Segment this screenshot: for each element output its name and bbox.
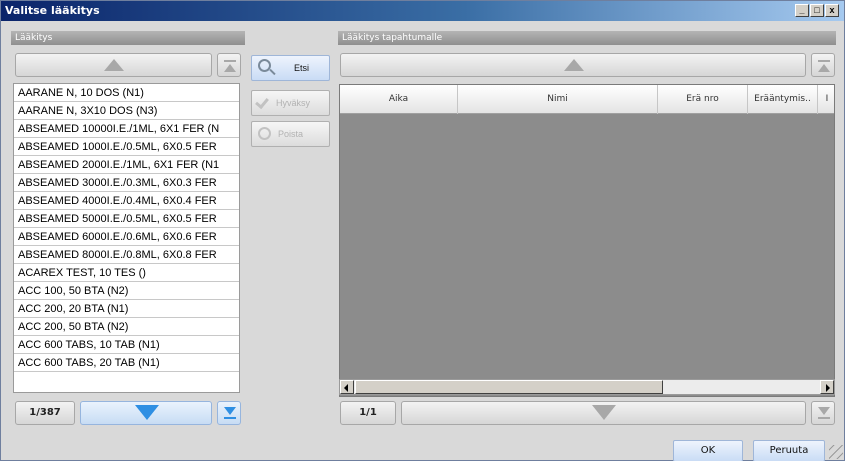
maximize-button[interactable]: □ [810,4,824,17]
title-bar[interactable]: Valitse lääkitys _ □ x [1,1,844,21]
grid-scroll-top-button[interactable] [811,53,835,77]
list-item[interactable]: ABSEAMED 10000I.E./1ML, 6X1 FER (N [14,120,239,138]
grid-header: Aika Nimi Erä nro Erääntymis.. I [340,85,834,114]
column-header-expiry[interactable]: Erääntymis.. [748,85,818,114]
scrollbar-thumb[interactable] [355,380,663,394]
minimize-button[interactable]: _ [795,4,809,17]
remove-button-label: Poista [278,129,304,139]
cancel-button[interactable]: Peruuta [753,440,825,461]
arrow-right-icon [826,384,830,392]
column-header-name[interactable]: Nimi [458,85,658,114]
resize-grip-icon[interactable] [829,445,843,459]
list-item[interactable]: ABSEAMED 8000I.E./0.8ML, 6X0.8 FER [14,246,239,264]
medication-panel-header: Lääkitys [11,31,245,45]
scroll-top-icon [224,60,236,62]
scroll-top-icon [818,60,830,62]
arrow-down-icon [592,405,616,420]
list-item[interactable]: AARANE N, 10 DOS (N1) [14,84,239,102]
grid-scroll-bottom-button[interactable] [811,401,835,425]
list-scroll-up-button[interactable] [15,53,212,77]
event-medication-panel-header: Lääkitys tapahtumalle [338,31,836,45]
list-item[interactable]: AARANE N, 3X10 DOS (N3) [14,102,239,120]
list-scroll-top-button[interactable] [217,53,241,77]
remove-button[interactable]: Poista [251,121,330,147]
column-header-more[interactable]: I [818,85,834,114]
scroll-right-button[interactable] [820,380,834,394]
scroll-left-button[interactable] [340,380,354,394]
grid-scroll-down-button[interactable] [401,401,806,425]
list-item[interactable]: ABSEAMED 4000I.E./0.4ML, 6X0.4 FER [14,192,239,210]
list-scroll-bottom-button[interactable] [217,401,241,425]
medication-dialog: Valitse lääkitys _ □ x Lääkitys AARANE N… [0,0,845,461]
close-button[interactable]: x [825,4,839,17]
grid-scroll-up-button[interactable] [340,53,806,77]
list-item[interactable]: ACC 200, 20 BTA (N1) [14,300,239,318]
list-scroll-down-button[interactable] [80,401,212,425]
list-item[interactable]: ACC 100, 50 BTA (N2) [14,282,239,300]
list-item[interactable]: ABSEAMED 3000I.E./0.3ML, 6X0.3 FER [14,174,239,192]
arrow-down-icon [135,405,159,420]
list-item[interactable]: ABSEAMED 2000I.E./1ML, 6X1 FER (N1 [14,156,239,174]
list-item[interactable]: ACC 600 TABS, 20 TAB (N1) [14,354,239,372]
horizontal-scrollbar[interactable] [339,379,835,395]
event-medication-grid[interactable]: Aika Nimi Erä nro Erääntymis.. I [339,84,835,397]
list-item[interactable]: ACAREX TEST, 10 TES () [14,264,239,282]
list-item[interactable]: ACC 600 TABS, 10 TAB (N1) [14,336,239,354]
arrow-left-icon [344,384,348,392]
search-button[interactable]: Etsi [251,55,330,81]
accept-button[interactable]: Hyväksy [251,90,330,116]
grid-page-indicator: 1/1 [340,401,396,425]
arrow-up-icon [564,59,584,71]
search-button-label: Etsi [294,63,310,73]
list-item[interactable]: ABSEAMED 5000I.E./0.5ML, 6X0.5 FER [14,210,239,228]
column-header-time[interactable]: Aika [340,85,458,114]
list-item[interactable]: ACC 200, 50 BTA (N2) [14,318,239,336]
arrow-up-icon [104,59,124,71]
list-item[interactable]: ABSEAMED 1000I.E./0.5ML, 6X0.5 FER [14,138,239,156]
ok-button[interactable]: OK [673,440,743,461]
column-header-batch[interactable]: Erä nro [658,85,748,114]
scroll-bottom-icon [224,407,236,415]
checkmark-icon [255,94,269,110]
accept-button-label: Hyväksy [276,98,311,108]
window-title: Valitse lääkitys [5,4,100,17]
prohibit-icon [258,127,271,140]
list-item[interactable]: ABSEAMED 6000I.E./0.6ML, 6X0.6 FER [14,228,239,246]
scroll-bottom-icon [818,407,830,415]
medication-list[interactable]: AARANE N, 10 DOS (N1) AARANE N, 3X10 DOS… [13,83,240,393]
list-page-indicator: 1/387 [15,401,75,425]
